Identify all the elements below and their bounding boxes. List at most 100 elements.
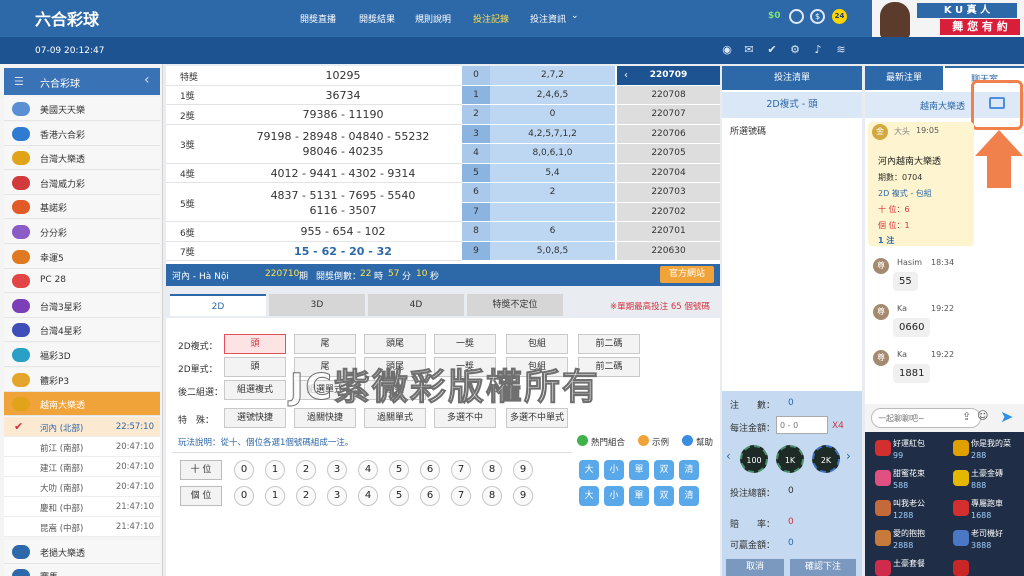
period-number[interactable]: 220708	[617, 85, 720, 104]
quick-select-button[interactable]: 双	[654, 460, 674, 480]
period-number[interactable]: 220709	[617, 66, 720, 85]
sidebar-subitem[interactable]: 昆嵩 (中部) 21:47:10	[4, 516, 160, 537]
bet-option-button[interactable]: 尾	[294, 334, 356, 354]
number-ball[interactable]: 3	[327, 486, 347, 506]
nav-bet-info[interactable]: 投注資訊	[530, 12, 566, 25]
share-icon[interactable]: ⇪	[962, 410, 971, 423]
link-label[interactable]: 幫助	[696, 436, 713, 448]
bet-option-button[interactable]: 頭	[224, 357, 286, 377]
bet-option-button[interactable]: 過關單式	[364, 408, 426, 428]
period-number[interactable]: 220630	[617, 241, 720, 260]
wifi-icon[interactable]: ≋	[834, 43, 848, 57]
number-ball[interactable]: 4	[358, 486, 378, 506]
quick-select-button[interactable]: 清	[679, 486, 699, 506]
hot-combo-icon[interactable]	[577, 435, 588, 446]
bet-option-button[interactable]: 過關快捷	[294, 408, 356, 428]
volume-icon[interactable]: ♪	[811, 43, 825, 57]
tab-special-unfixed[interactable]: 特獎不定位	[467, 294, 563, 316]
number-ball[interactable]: 9	[513, 486, 533, 506]
quick-select-button[interactable]: 清	[679, 460, 699, 480]
sidebar-item[interactable]: 賽馬	[4, 563, 160, 576]
number-ball[interactable]: 2	[296, 486, 316, 506]
number-ball[interactable]: 0	[234, 486, 254, 506]
official-site-button[interactable]: 官方網站	[660, 266, 714, 283]
number-ball[interactable]: 5	[389, 486, 409, 506]
number-ball[interactable]: 9	[513, 460, 533, 480]
sidebar-item[interactable]: 台灣4星彩	[4, 318, 160, 343]
quick-select-button[interactable]: 小	[604, 460, 624, 480]
quick-select-button[interactable]: 單	[629, 460, 649, 480]
period-number[interactable]: 220707	[617, 105, 720, 124]
quick-select-button[interactable]: 大	[579, 486, 599, 506]
tv-icon[interactable]	[989, 97, 1005, 109]
number-ball[interactable]: 8	[482, 486, 502, 506]
ku-live-banner[interactable]: K U 真 人 舞 您 有 約	[872, 0, 1024, 40]
eye-icon[interactable]: ◉	[720, 43, 734, 57]
quick-select-button[interactable]: 小	[604, 486, 624, 506]
sidebar-item[interactable]: 基諾彩	[4, 195, 160, 220]
period-number[interactable]: 220703	[617, 183, 720, 202]
sidebar-subitem[interactable]: ✔ 河內 (北部) 22:57:10	[4, 416, 160, 437]
sidebar-item[interactable]: 老撾大樂透	[4, 539, 160, 564]
chip-1k[interactable]: 1K	[776, 445, 804, 473]
tab-3d[interactable]: 3D	[269, 294, 365, 316]
period-number[interactable]: 220701	[617, 222, 720, 241]
number-ball[interactable]: 6	[420, 460, 440, 480]
bet-option-button[interactable]: 選號快捷	[224, 408, 286, 428]
bet-option-button[interactable]: 多選不中	[434, 408, 496, 428]
sidebar-item[interactable]: 台灣大樂透	[4, 146, 160, 171]
quick-select-button[interactable]: 單	[629, 486, 649, 506]
bet-option-button[interactable]: 組選複式	[224, 380, 286, 400]
number-ball[interactable]: 5	[389, 460, 409, 480]
example-icon[interactable]	[638, 435, 649, 446]
brand-logo[interactable]: 六合彩球	[35, 6, 99, 30]
send-icon[interactable]: ➤	[1000, 407, 1013, 426]
tab-4d[interactable]: 4D	[368, 294, 464, 316]
sidebar-item[interactable]: 台灣3星彩	[4, 293, 160, 318]
quick-select-button[interactable]: 双	[654, 486, 674, 506]
bet-option-button[interactable]: 包組	[506, 334, 568, 354]
sidebar-item[interactable]: 分分彩	[4, 220, 160, 244]
sidebar-item[interactable]: 福彩3D	[4, 343, 160, 367]
gift-item[interactable]: 土豪套餐	[871, 556, 925, 576]
chip-100[interactable]: 100	[740, 445, 768, 473]
number-ball[interactable]: 6	[420, 486, 440, 506]
number-ball[interactable]: 3	[327, 460, 347, 480]
bet-option-button[interactable]: 多選不中單式	[506, 408, 568, 428]
featured-bet-card[interactable]: 金 大头 19:05 河內越南大樂透 期數：0704 2D 複式 - 包組 十 …	[868, 122, 974, 246]
check-icon[interactable]: ✔	[765, 43, 779, 57]
period-number[interactable]: 220706	[617, 124, 720, 143]
number-ball[interactable]: 1	[265, 460, 285, 480]
sidebar-item[interactable]: 越南大樂透	[4, 392, 160, 417]
gift-item[interactable]	[949, 556, 999, 576]
period-number[interactable]: 220704	[617, 163, 720, 182]
tab-latest-bets[interactable]: 最新注單	[865, 66, 943, 90]
bet-option-button[interactable]: 頭	[224, 334, 286, 354]
tab-2d[interactable]: 2D	[170, 294, 266, 316]
sidebar-item[interactable]: PC 28	[4, 269, 160, 294]
number-ball[interactable]: 1	[265, 486, 285, 506]
sidebar-item[interactable]: 美國天天樂	[4, 97, 160, 121]
sidebar-subitem[interactable]: 前江 (南部) 20:47:10	[4, 436, 160, 457]
sidebar-subitem[interactable]: 大叻 (南部) 20:47:10	[4, 476, 160, 497]
nav-bet-records[interactable]: 投注記錄	[473, 12, 509, 25]
collapse-icon[interactable]: ‹	[144, 72, 150, 88]
sidebar-item[interactable]: 台灣威力彩	[4, 170, 160, 195]
sidebar-item[interactable]: 香港六合彩	[4, 121, 160, 146]
mail-icon[interactable]: ✉	[742, 43, 756, 57]
period-number[interactable]: 220702	[617, 202, 720, 221]
nav-live[interactable]: 開獎直播	[300, 12, 336, 25]
nav-results[interactable]: 開獎結果	[359, 12, 395, 25]
notification-badge[interactable]: 24	[832, 9, 847, 24]
menu-icon[interactable]: ☰	[14, 75, 24, 88]
bet-option-button[interactable]: 一獎	[434, 334, 496, 354]
cancel-button[interactable]: 取消	[726, 559, 784, 576]
confirm-bet-button[interactable]: 確認下注	[790, 559, 856, 576]
refresh-icon[interactable]	[789, 9, 804, 24]
quick-select-button[interactable]: 大	[579, 460, 599, 480]
emoji-icon[interactable]: ☺	[977, 409, 988, 422]
gear-icon[interactable]: ⚙	[788, 43, 802, 57]
chevron-down-icon[interactable]: ⌄	[571, 11, 579, 21]
chip-2k[interactable]: 2K	[812, 445, 840, 473]
number-ball[interactable]: 2	[296, 460, 316, 480]
